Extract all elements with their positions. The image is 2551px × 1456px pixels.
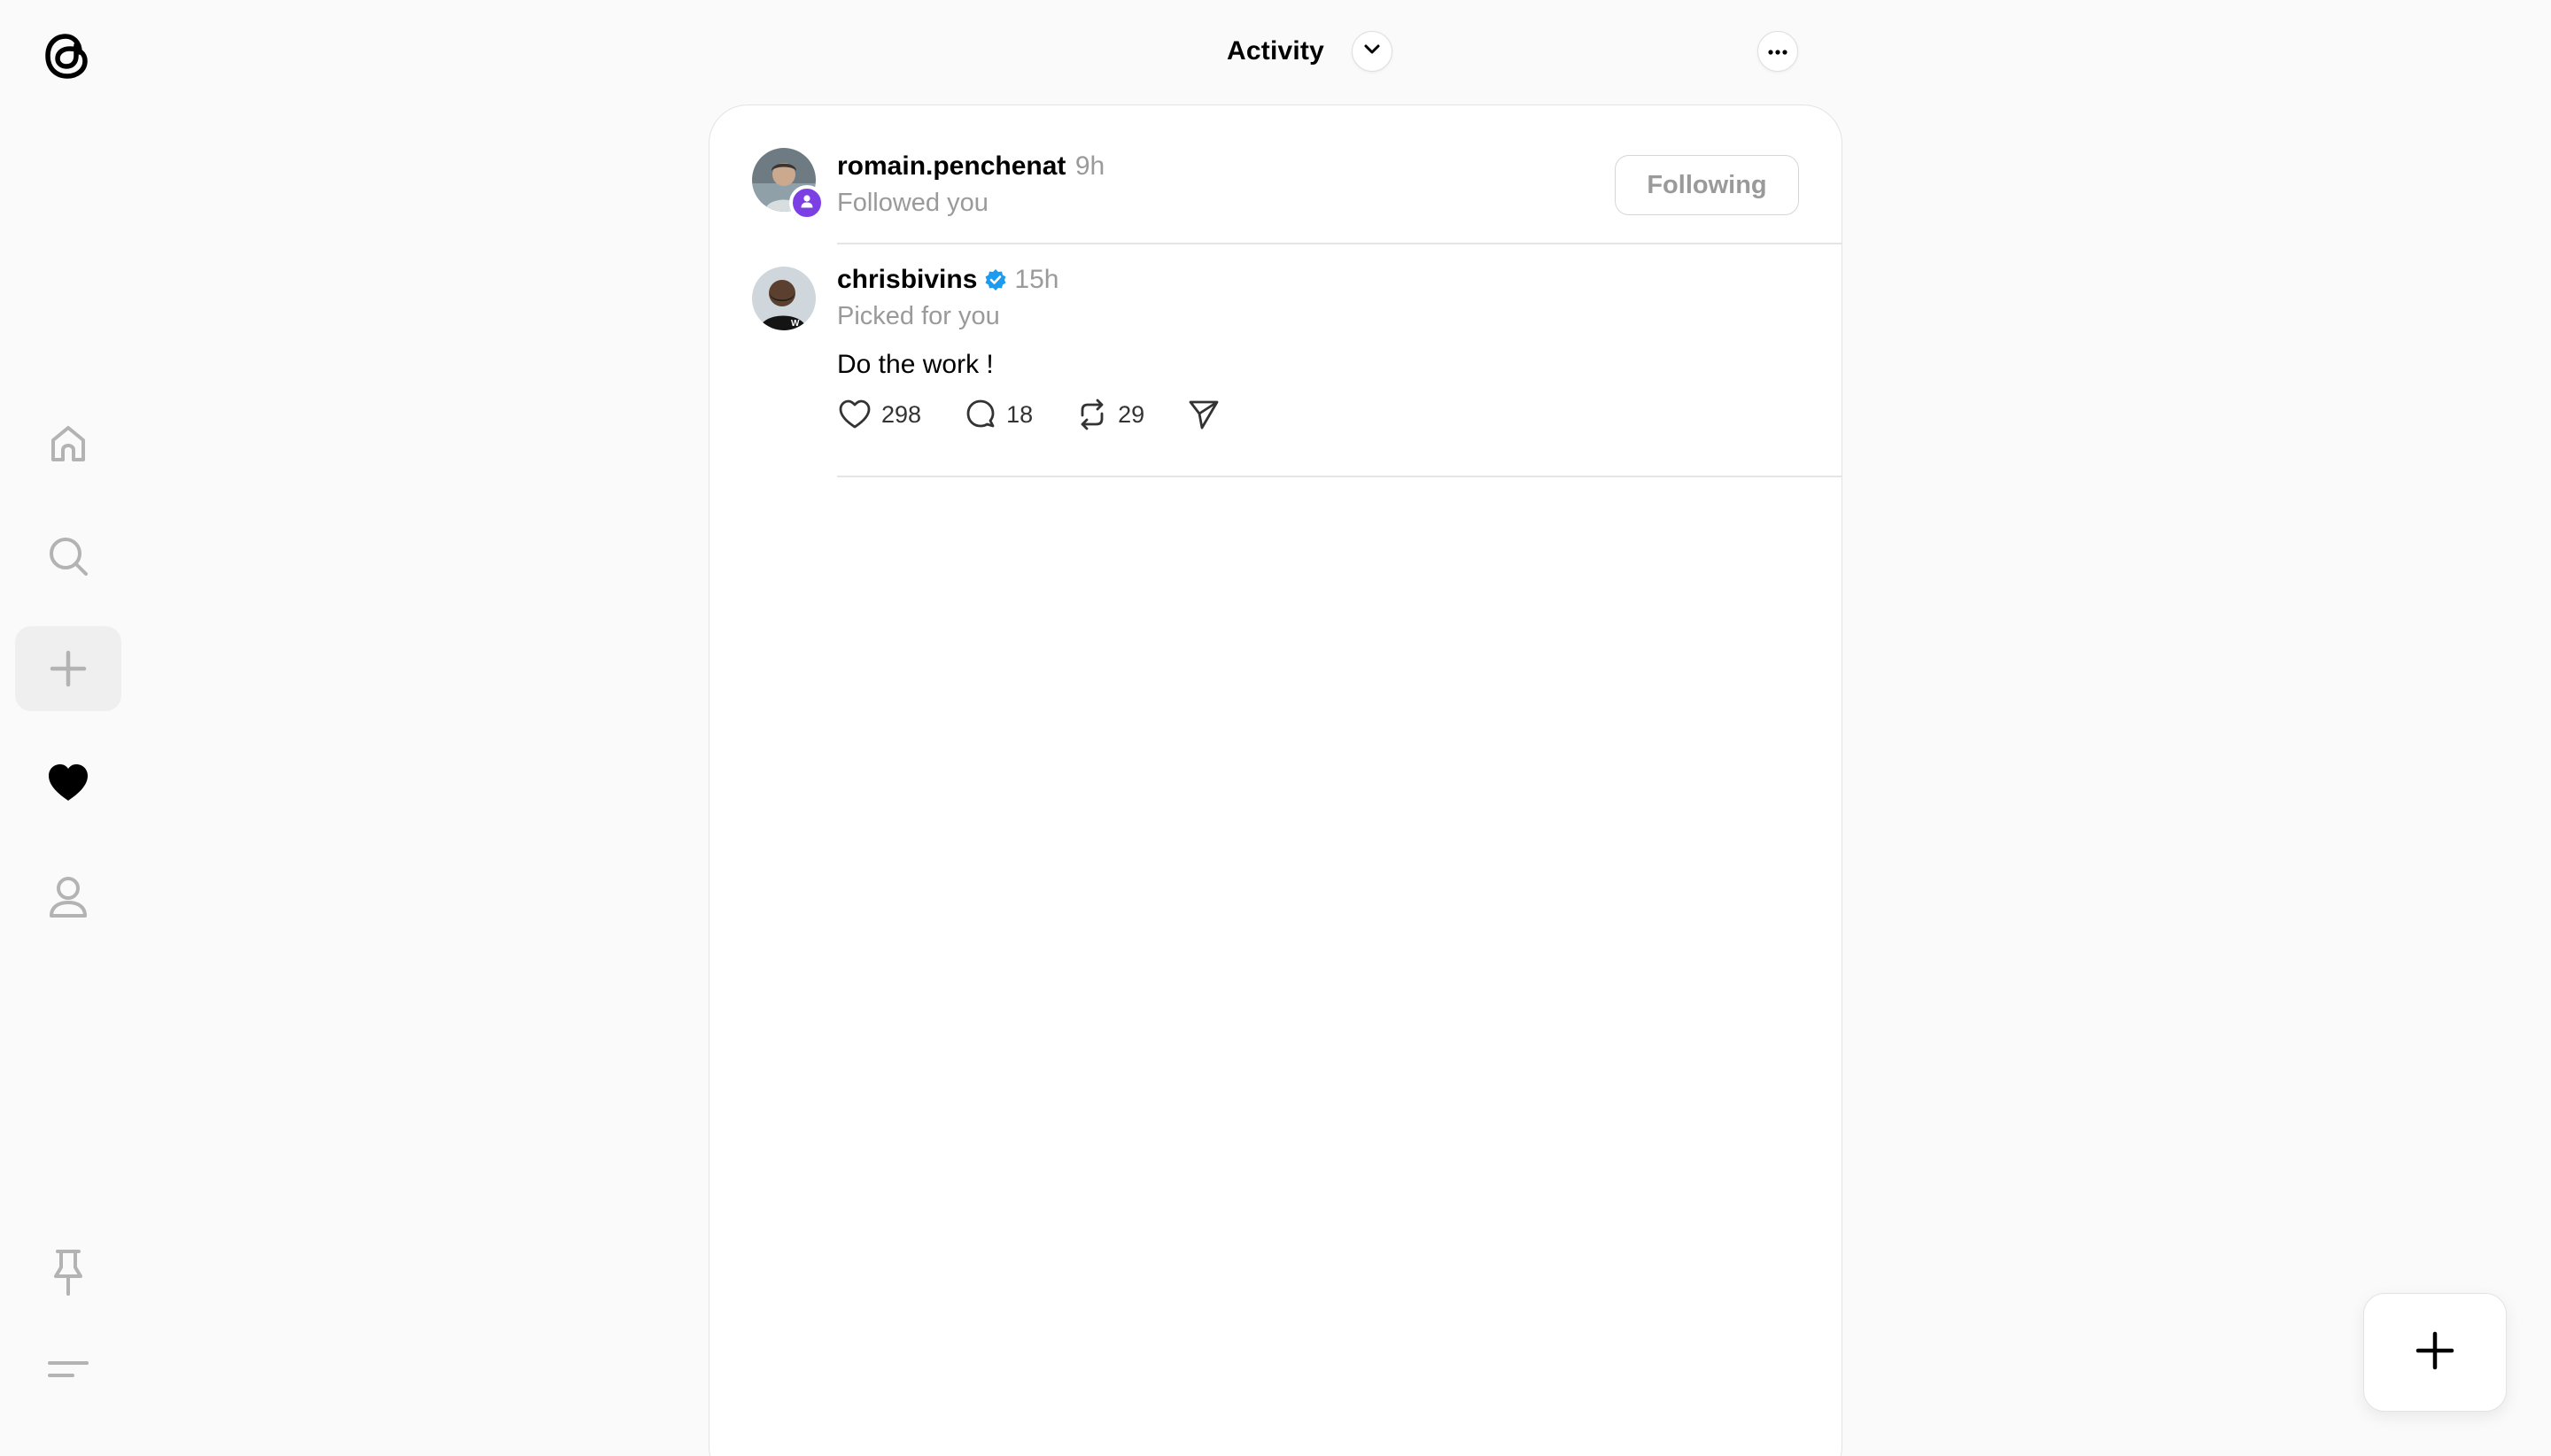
activity-item-follow[interactable]: romain.penchenat 9h Followed you Followi…	[709, 105, 1842, 244]
plus-icon	[49, 649, 88, 688]
post-actions: 298 18 29	[837, 398, 1263, 431]
svg-text:W: W	[791, 319, 800, 329]
activity-item-post[interactable]: W chrisbivins 15h Picked for you Do the …	[709, 244, 1842, 580]
repost-button[interactable]: 29	[1075, 398, 1144, 431]
plus-icon	[2414, 1329, 2456, 1376]
chevron-down-icon	[1363, 43, 1381, 60]
nav-menu[interactable]	[15, 1327, 121, 1412]
nav-pinned[interactable]	[15, 1229, 121, 1314]
search-icon	[46, 534, 90, 578]
activity-filter-dropdown[interactable]	[1352, 31, 1392, 72]
ellipsis-icon	[1768, 43, 1787, 59]
page-title: Activity	[1227, 36, 1324, 66]
send-icon	[1187, 398, 1221, 431]
like-count: 298	[881, 400, 922, 428]
activity-subtitle: Followed you	[837, 189, 989, 217]
username[interactable]: chrisbivins	[837, 265, 977, 295]
reply-button[interactable]: 18	[964, 398, 1033, 431]
repost-icon	[1075, 398, 1109, 431]
pin-icon	[50, 1248, 86, 1296]
follow-badge	[789, 185, 825, 221]
timestamp: 15h	[1014, 265, 1059, 294]
heart-outline-icon	[837, 399, 872, 430]
comment-icon	[964, 398, 997, 431]
like-button[interactable]: 298	[837, 399, 921, 430]
reply-count: 18	[1006, 400, 1034, 428]
threads-activity-page: Activity romain.penchenat 9h Followed yo…	[0, 0, 2551, 1456]
avatar[interactable]: W	[752, 267, 816, 330]
share-button[interactable]	[1187, 398, 1221, 431]
more-options-button[interactable]	[1757, 31, 1798, 72]
sidebar	[0, 0, 136, 1456]
divider	[837, 476, 1842, 477]
following-button[interactable]: Following	[1615, 155, 1799, 215]
heart-icon	[45, 762, 91, 804]
nav-create[interactable]	[15, 626, 121, 711]
activity-subtitle: Picked for you	[837, 302, 1000, 330]
person-icon	[47, 875, 89, 919]
threads-logo[interactable]	[35, 21, 99, 90]
post-text[interactable]: Do the work !	[837, 350, 994, 380]
activity-feed: romain.penchenat 9h Followed you Followi…	[709, 105, 1842, 1456]
nav-home[interactable]	[15, 400, 121, 485]
person-icon	[799, 193, 815, 213]
nav-search[interactable]	[15, 514, 121, 599]
nav-profile[interactable]	[15, 855, 121, 940]
new-thread-button[interactable]	[2363, 1293, 2507, 1412]
verified-icon	[984, 268, 1007, 291]
home-icon	[46, 421, 90, 465]
username[interactable]: romain.penchenat	[837, 151, 1066, 181]
menu-icon	[46, 1356, 90, 1382]
timestamp: 9h	[1074, 151, 1105, 181]
nav-activity[interactable]	[15, 740, 121, 825]
repost-count: 29	[1118, 400, 1145, 428]
